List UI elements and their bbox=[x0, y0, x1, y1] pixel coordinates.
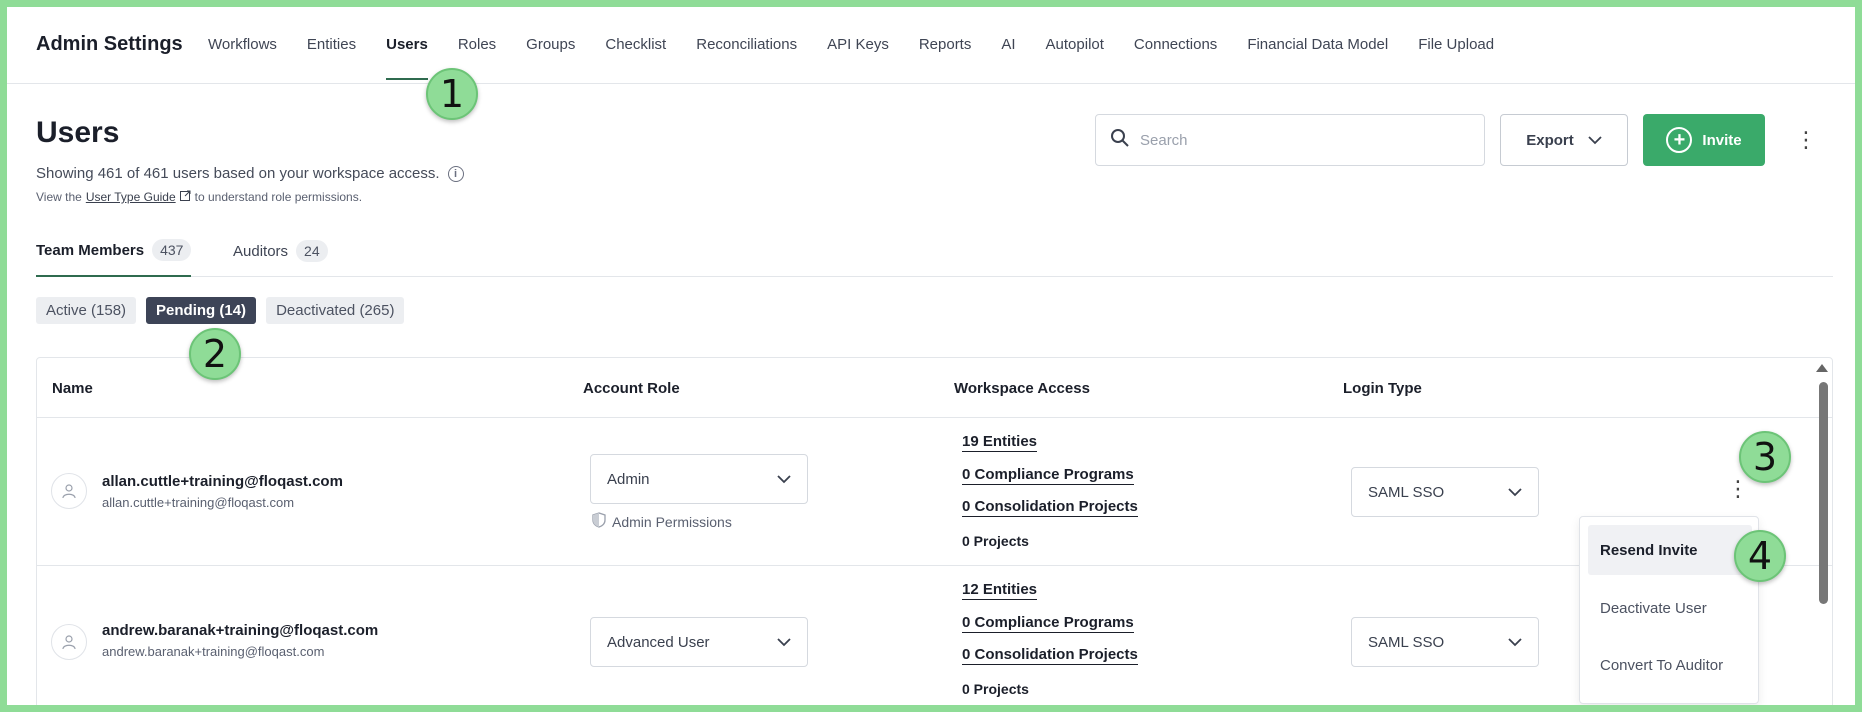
account-role-select[interactable]: Admin bbox=[590, 454, 808, 504]
column-header-account-role[interactable]: Account Role bbox=[583, 380, 680, 397]
nav-financial-data-model[interactable]: Financial Data Model bbox=[1247, 36, 1388, 53]
invite-label: Invite bbox=[1702, 131, 1742, 149]
tab-auditors[interactable]: Auditors 24 bbox=[233, 235, 328, 277]
nav-workflows[interactable]: Workflows bbox=[208, 36, 277, 53]
entities-link[interactable]: 19 Entities bbox=[962, 433, 1038, 452]
permission-label: Admin Permissions bbox=[612, 513, 732, 530]
nav-tabs: Workflows Entities Users Roles Groups Ch… bbox=[208, 36, 1524, 80]
export-button[interactable]: Export bbox=[1500, 114, 1628, 166]
app-window: Admin Settings Workflows Entities Users … bbox=[7, 7, 1855, 705]
consolidation-projects-link[interactable]: 0 Consolidation Projects bbox=[962, 498, 1138, 517]
search-box[interactable] bbox=[1095, 114, 1485, 166]
avatar bbox=[51, 624, 87, 660]
nav-autopilot[interactable]: Autopilot bbox=[1046, 36, 1104, 53]
step-marker: 1 bbox=[426, 68, 478, 120]
chevron-down-icon bbox=[1508, 484, 1522, 501]
shield-icon bbox=[592, 512, 606, 531]
user-type-guide-link[interactable]: User Type Guide bbox=[86, 190, 176, 204]
consolidation-projects-link[interactable]: 0 Consolidation Projects bbox=[962, 646, 1138, 665]
page-title: Users bbox=[36, 116, 120, 149]
chevron-down-icon bbox=[1508, 634, 1522, 651]
role-value: Admin bbox=[607, 470, 650, 488]
user-email: andrew.baranak+training@floqast.com bbox=[102, 644, 325, 659]
scroll-thumb[interactable] bbox=[1819, 382, 1828, 604]
nav-api-keys[interactable]: API Keys bbox=[827, 36, 889, 53]
login-type-select[interactable]: SAML SSO bbox=[1351, 467, 1539, 517]
tab-team-members[interactable]: Team Members 437 bbox=[36, 235, 192, 277]
step-marker: 2 bbox=[189, 328, 241, 380]
status-filters: Active (158) Pending (14) Deactivated (2… bbox=[36, 297, 405, 324]
table-row: allan.cuttle+training@floqast.com allan.… bbox=[37, 418, 1832, 566]
column-header-login-type[interactable]: Login Type bbox=[1343, 380, 1422, 397]
tab-label: Team Members bbox=[36, 241, 145, 259]
invite-button[interactable]: + Invite bbox=[1643, 114, 1765, 166]
role-value: Advanced User bbox=[607, 633, 710, 651]
projects-count: 0 Projects bbox=[962, 681, 1029, 697]
user-name: andrew.baranak+training@floqast.com bbox=[102, 622, 379, 639]
tab-label: Auditors bbox=[233, 242, 289, 260]
compliance-programs-link[interactable]: 0 Compliance Programs bbox=[962, 614, 1134, 633]
count-badge: 437 bbox=[152, 239, 192, 261]
chevron-down-icon bbox=[1588, 132, 1602, 149]
row-actions-icon[interactable]: ⋮ bbox=[1727, 476, 1749, 502]
menu-item-resend-invite[interactable]: Resend Invite bbox=[1588, 525, 1752, 575]
external-link-icon bbox=[179, 190, 191, 204]
menu-item-convert-to-auditor[interactable]: Convert To Auditor bbox=[1588, 640, 1752, 690]
guide-prefix: View the bbox=[36, 190, 82, 204]
table-row: andrew.baranak+training@floqast.com andr… bbox=[37, 566, 1832, 705]
compliance-programs-link[interactable]: 0 Compliance Programs bbox=[962, 466, 1134, 485]
user-email: allan.cuttle+training@floqast.com bbox=[102, 495, 295, 510]
summary-text: Showing 461 of 461 users based on your w… bbox=[36, 165, 440, 182]
step-marker: 3 bbox=[1739, 431, 1791, 483]
account-role-select[interactable]: Advanced User bbox=[590, 617, 808, 667]
nav-connections[interactable]: Connections bbox=[1134, 36, 1217, 53]
row-actions-menu: Resend Invite Deactivate User Convert To… bbox=[1579, 516, 1759, 704]
info-icon[interactable]: i bbox=[447, 165, 464, 182]
table-header: Name Account Role Workspace Access Login… bbox=[37, 358, 1832, 418]
column-header-name[interactable]: Name bbox=[52, 380, 93, 397]
admin-permissions: Admin Permissions bbox=[592, 512, 732, 531]
login-type-select[interactable]: SAML SSO bbox=[1351, 617, 1539, 667]
search-input[interactable] bbox=[1140, 131, 1460, 149]
projects-count: 0 Projects bbox=[962, 533, 1029, 549]
table-scrollbar[interactable] bbox=[1814, 358, 1832, 705]
user-type-tabs: Team Members 437 Auditors 24 bbox=[36, 235, 1833, 277]
nav-ai[interactable]: AI bbox=[1001, 36, 1015, 53]
chevron-down-icon bbox=[777, 471, 791, 488]
filter-pending[interactable]: Pending (14) bbox=[146, 297, 257, 324]
scroll-up-arrow-icon[interactable] bbox=[1816, 364, 1828, 372]
nav-roles[interactable]: Roles bbox=[458, 36, 496, 53]
more-options-icon[interactable]: ⋮ bbox=[1795, 125, 1817, 155]
user-type-guide-hint: View the User Type Guide to understand r… bbox=[36, 190, 362, 204]
chevron-down-icon bbox=[777, 634, 791, 651]
search-icon bbox=[1110, 128, 1130, 153]
filter-active[interactable]: Active (158) bbox=[36, 297, 137, 324]
nav-reports[interactable]: Reports bbox=[919, 36, 972, 53]
avatar bbox=[51, 473, 87, 509]
filter-deactivated[interactable]: Deactivated (265) bbox=[266, 297, 405, 324]
app-title: Admin Settings bbox=[36, 33, 183, 55]
plus-circle-icon: + bbox=[1666, 127, 1693, 153]
export-label: Export bbox=[1526, 131, 1574, 149]
count-badge: 24 bbox=[296, 240, 328, 262]
guide-suffix: to understand role permissions. bbox=[194, 190, 363, 204]
nav-groups[interactable]: Groups bbox=[526, 36, 575, 53]
nav-reconciliations[interactable]: Reconciliations bbox=[696, 36, 797, 53]
login-value: SAML SSO bbox=[1368, 483, 1445, 501]
users-table: Name Account Role Workspace Access Login… bbox=[36, 357, 1833, 705]
step-marker: 4 bbox=[1734, 530, 1786, 582]
top-nav: Admin Settings Workflows Entities Users … bbox=[7, 7, 1855, 84]
user-count-summary: Showing 461 of 461 users based on your w… bbox=[36, 165, 464, 182]
nav-checklist[interactable]: Checklist bbox=[605, 36, 666, 53]
nav-file-upload[interactable]: File Upload bbox=[1418, 36, 1494, 53]
entities-link[interactable]: 12 Entities bbox=[962, 581, 1038, 600]
user-name: allan.cuttle+training@floqast.com bbox=[102, 473, 343, 490]
login-value: SAML SSO bbox=[1368, 633, 1445, 651]
column-header-workspace-access[interactable]: Workspace Access bbox=[954, 380, 1090, 397]
nav-users[interactable]: Users bbox=[386, 36, 428, 80]
nav-entities[interactable]: Entities bbox=[307, 36, 356, 53]
menu-item-deactivate-user[interactable]: Deactivate User bbox=[1588, 583, 1752, 633]
